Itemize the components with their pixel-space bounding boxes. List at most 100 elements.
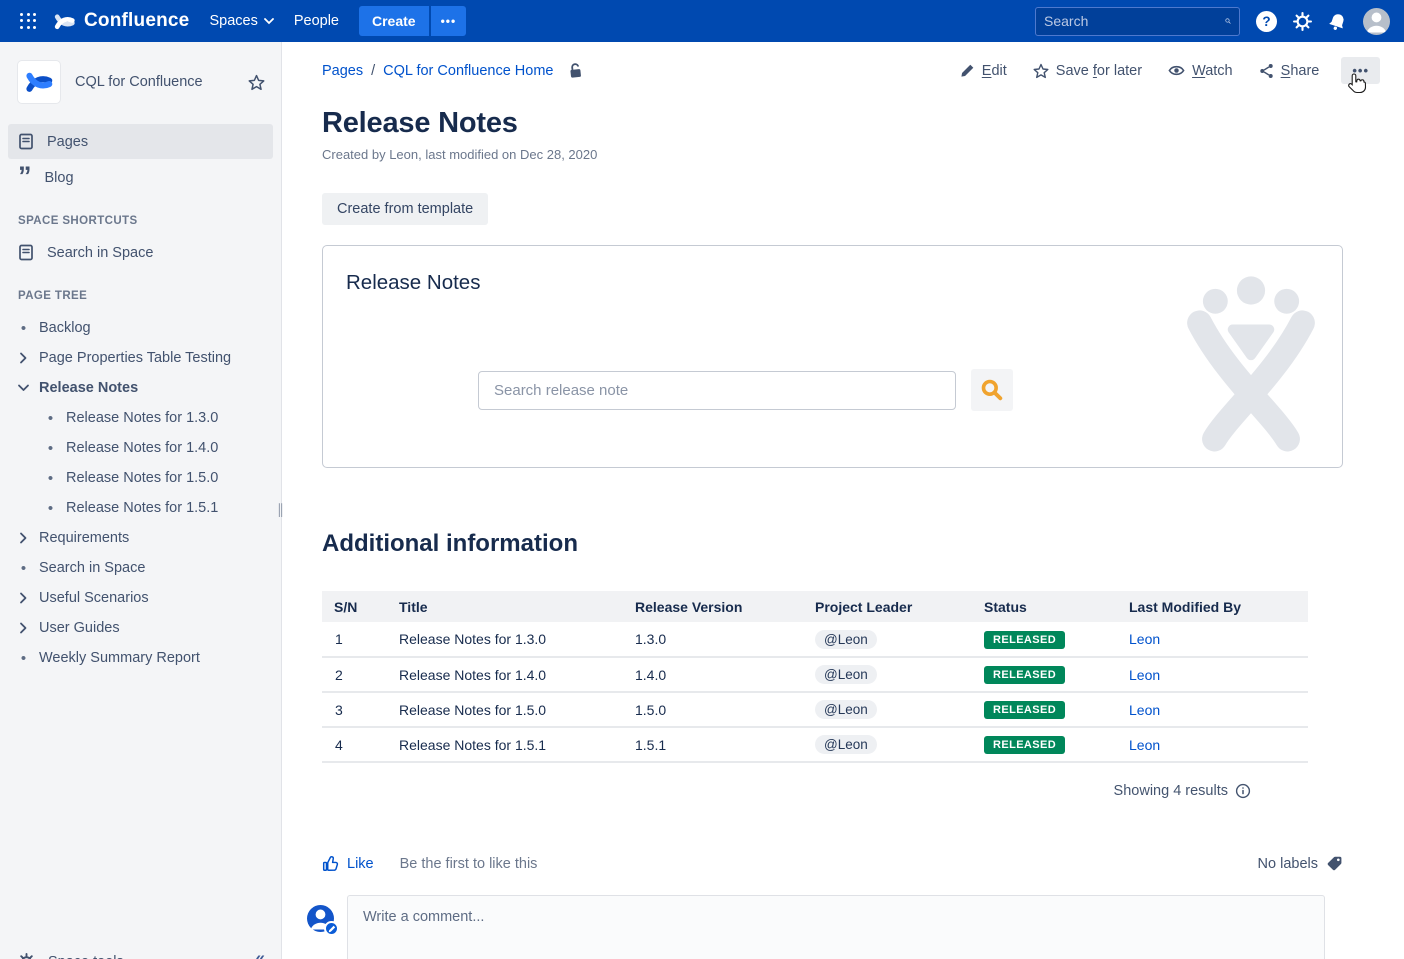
tree-item-label: Release Notes for 1.5.1 — [66, 500, 218, 516]
tree-item[interactable]: Useful Scenarios — [0, 583, 281, 613]
release-note-search-input[interactable] — [478, 371, 956, 410]
tree-item[interactable]: •Weekly Summary Report — [0, 643, 281, 673]
table-row: 3Release Notes for 1.5.01.5.0@LeonRELEAS… — [322, 692, 1308, 727]
sidebar-item-search-in-space[interactable]: Search in Space — [8, 235, 273, 270]
help-icon[interactable]: ? — [1256, 11, 1277, 32]
people-label: People — [294, 13, 339, 29]
bullet-marker: • — [46, 470, 55, 487]
column-header: Release Version — [623, 591, 803, 622]
labels-text: No labels — [1258, 856, 1318, 872]
last-modified-by-link[interactable]: Leon — [1129, 737, 1160, 753]
last-modified-by-link[interactable]: Leon — [1129, 702, 1160, 718]
column-header: S/N — [322, 591, 387, 622]
sidebar-item-blog[interactable]: ” Blog — [8, 160, 273, 195]
tree-item[interactable]: Release Notes — [0, 373, 281, 403]
chevron-right-icon[interactable] — [19, 532, 28, 544]
tree-item[interactable]: Requirements — [0, 523, 281, 553]
cell-project-leader: @Leon — [803, 657, 972, 692]
create-more-button[interactable]: ••• — [431, 6, 467, 36]
settings-gear-icon[interactable] — [1293, 12, 1312, 31]
space-tools-button[interactable]: Space tools — [18, 953, 124, 959]
cell-sn: 3 — [322, 692, 387, 727]
space-name[interactable]: CQL for Confluence — [75, 74, 203, 90]
chevron-right-icon[interactable] — [19, 352, 28, 364]
tree-item[interactable]: •Release Notes for 1.5.0 — [0, 463, 281, 493]
table-header-row: S/NTitleRelease VersionProject LeaderSta… — [322, 591, 1308, 622]
cell-release-version: 1.3.0 — [623, 622, 803, 657]
last-modified-by-link[interactable]: Leon — [1129, 631, 1160, 647]
tag-icon — [1326, 855, 1343, 872]
project-leader-chip[interactable]: @Leon — [815, 700, 877, 719]
thumbs-up-icon — [322, 855, 339, 872]
jira-watermark-logo — [1178, 276, 1324, 456]
share-button[interactable]: Share — [1259, 63, 1320, 79]
save-for-later-button[interactable]: Save for later — [1033, 63, 1142, 79]
eye-icon — [1168, 64, 1185, 77]
cell-last-modified-by: Leon — [1117, 622, 1308, 657]
page-more-button[interactable]: ••• — [1341, 57, 1380, 84]
bullet-marker: • — [19, 560, 28, 577]
user-avatar[interactable] — [1363, 8, 1390, 35]
tree-item-label: User Guides — [39, 620, 120, 636]
edit-button[interactable]: Edit — [960, 63, 1007, 79]
people-link[interactable]: People — [284, 5, 349, 37]
column-header: Project Leader — [803, 591, 972, 622]
action-label: Edit — [982, 63, 1007, 79]
chevron-down-icon — [264, 18, 274, 25]
project-leader-chip[interactable]: @Leon — [815, 735, 877, 754]
spaces-menu[interactable]: Spaces — [199, 5, 283, 37]
tree-item[interactable]: •Search in Space — [0, 553, 281, 583]
tree-item[interactable]: •Release Notes for 1.4.0 — [0, 433, 281, 463]
table-row: 1Release Notes for 1.3.01.3.0@LeonRELEAS… — [322, 622, 1308, 657]
tree-item[interactable]: • Release Notes for 1.5.1 — [0, 493, 281, 523]
space-header: CQL for Confluence — [0, 42, 281, 123]
cell-status: RELEASED — [972, 692, 1117, 727]
column-header: Status — [972, 591, 1117, 622]
cell-release-version: 1.4.0 — [623, 657, 803, 692]
create-button[interactable]: Create — [359, 6, 429, 36]
comment-input[interactable]: Write a comment... — [347, 895, 1325, 959]
space-logo-icon[interactable] — [18, 61, 60, 103]
page-title: Release Notes — [322, 107, 1404, 140]
chevron-down-icon[interactable] — [19, 382, 28, 394]
column-header: Last Modified By — [1117, 591, 1308, 622]
labels-button[interactable]: No labels — [1258, 855, 1343, 872]
sidebar-resize-handle[interactable]: ∥ — [277, 501, 283, 518]
section-title: Additional information — [322, 530, 1404, 558]
share-icon — [1259, 63, 1274, 79]
chevron-right-icon[interactable] — [19, 592, 28, 604]
tree-item[interactable]: Page Properties Table Testing — [0, 343, 281, 373]
watch-button[interactable]: Watch — [1168, 63, 1233, 79]
last-modified-by-link[interactable]: Leon — [1129, 667, 1160, 683]
table-row: 2Release Notes for 1.4.01.4.0@LeonRELEAS… — [322, 657, 1308, 692]
like-button[interactable]: Like — [322, 855, 374, 872]
unlocked-padlock-icon[interactable] — [567, 61, 586, 80]
sidebar-item-pages[interactable]: Pages — [8, 124, 273, 159]
tree-item[interactable]: User Guides — [0, 613, 281, 643]
favorite-star-icon[interactable] — [248, 74, 265, 91]
breadcrumb-separator: / — [371, 63, 375, 79]
release-note-search-button[interactable] — [971, 369, 1013, 411]
info-icon[interactable] — [1235, 783, 1251, 799]
app-switcher-button[interactable] — [14, 5, 47, 37]
breadcrumb-link-space-home[interactable]: CQL for Confluence Home — [383, 63, 553, 79]
notifications-bell-icon[interactable] — [1328, 12, 1347, 31]
confluence-home-link[interactable]: Confluence — [47, 10, 199, 33]
release-notes-panel: Release Notes — [322, 245, 1343, 468]
tree-item-label: Weekly Summary Report — [39, 650, 200, 666]
cell-last-modified-by: Leon — [1117, 692, 1308, 727]
sidebar-collapse-icon[interactable]: « — [256, 948, 265, 959]
global-search-input[interactable] — [1044, 13, 1225, 29]
global-search-box[interactable] — [1035, 7, 1240, 36]
chevron-right-icon[interactable] — [19, 622, 28, 634]
star-icon — [1033, 63, 1049, 79]
breadcrumb-link-pages[interactable]: Pages — [322, 63, 363, 79]
project-leader-chip[interactable]: @Leon — [815, 630, 877, 649]
tree-item[interactable]: •Release Notes for 1.3.0 — [0, 403, 281, 433]
spaces-label: Spaces — [209, 13, 257, 29]
bullet-marker: • — [46, 500, 55, 517]
additional-information-table: S/NTitleRelease VersionProject LeaderSta… — [322, 591, 1308, 763]
project-leader-chip[interactable]: @Leon — [815, 665, 877, 684]
tree-item[interactable]: •Backlog — [0, 313, 281, 343]
create-from-template-button[interactable]: Create from template — [322, 193, 488, 225]
